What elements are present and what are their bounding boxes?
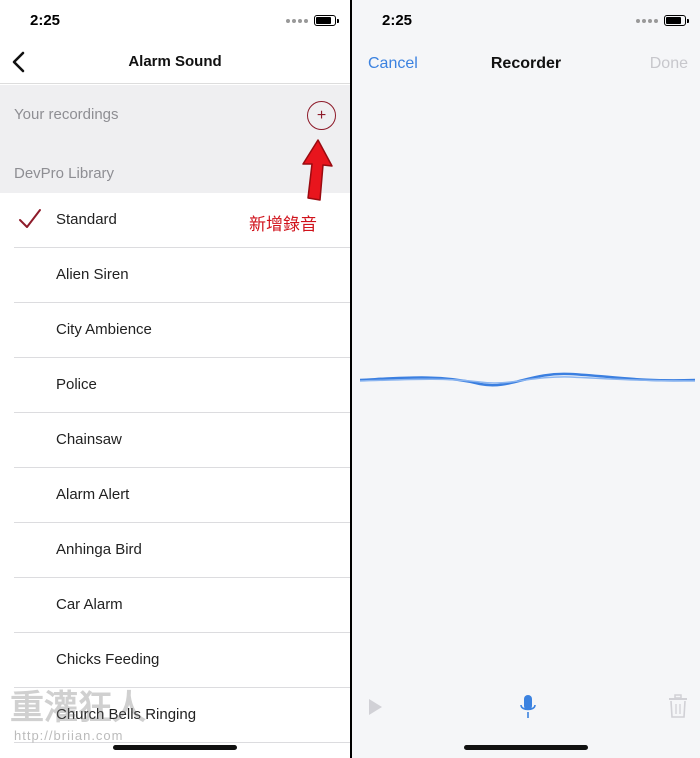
sound-name: Chainsaw	[56, 431, 122, 448]
watermark-url: http://briian.com	[14, 728, 124, 743]
alarm-sound-screen: 2:25 Alarm Sound Your recordings + DevPr…	[0, 0, 350, 758]
annotation-label: 新增錄音	[249, 215, 317, 235]
trash-icon[interactable]	[668, 694, 688, 718]
library-header: DevPro Library	[14, 165, 115, 182]
page-title: Alarm Sound	[128, 53, 222, 70]
sound-row[interactable]: Anhinga Bird	[0, 523, 350, 578]
status-bar: 2:25	[0, 0, 350, 44]
sound-list: Standard Alien Siren City Ambience Police Ch…	[0, 193, 350, 743]
watermark-logo: 重灌狂人	[10, 689, 146, 727]
battery-icon	[664, 15, 689, 26]
home-indicator	[464, 745, 588, 750]
recorder-toolbar	[352, 690, 700, 726]
sound-row[interactable]: Alien Siren	[0, 248, 350, 303]
microphone-icon[interactable]	[520, 694, 536, 720]
sound-name: City Ambience	[56, 321, 152, 338]
recordings-header: Your recordings	[14, 106, 119, 123]
battery-icon	[314, 15, 339, 26]
sound-row[interactable]: City Ambience	[0, 303, 350, 358]
navigation-bar: Alarm Sound	[0, 40, 350, 84]
add-recording-button[interactable]: +	[307, 101, 336, 130]
sound-name: Alarm Alert	[56, 486, 130, 503]
status-time: 2:25	[30, 12, 61, 29]
status-time: 2:25	[382, 12, 413, 29]
sound-name: Chicks Feeding	[56, 651, 160, 668]
status-icons	[286, 15, 339, 26]
play-icon[interactable]	[366, 697, 384, 717]
signal-icon	[286, 18, 308, 23]
home-indicator	[113, 745, 237, 750]
sound-name: Police	[56, 376, 97, 393]
recorder-screen: 2:25 Cancel Recorder Done	[352, 0, 700, 758]
sound-name: Anhinga Bird	[56, 541, 142, 558]
checkmark-icon	[19, 209, 41, 228]
signal-icon	[636, 18, 658, 23]
annotation-arrow-up-icon	[302, 139, 333, 201]
sound-row[interactable]: Chainsaw	[0, 413, 350, 468]
sound-row[interactable]: Car Alarm	[0, 578, 350, 633]
sound-row[interactable]: Police	[0, 358, 350, 413]
sound-name: Car Alarm	[56, 596, 123, 613]
plus-circle-icon: +	[316, 106, 327, 124]
status-icons	[636, 15, 689, 26]
status-bar: 2:25	[352, 0, 700, 44]
recorder-title: Recorder	[490, 55, 562, 72]
sound-name: Standard	[56, 211, 117, 228]
done-button[interactable]: Done	[650, 55, 688, 73]
sound-name: Alien Siren	[56, 266, 129, 283]
sound-row[interactable]: Alarm Alert	[0, 468, 350, 523]
audio-waveform	[360, 372, 695, 387]
recorder-nav-bar: Cancel Recorder Done	[352, 40, 700, 84]
